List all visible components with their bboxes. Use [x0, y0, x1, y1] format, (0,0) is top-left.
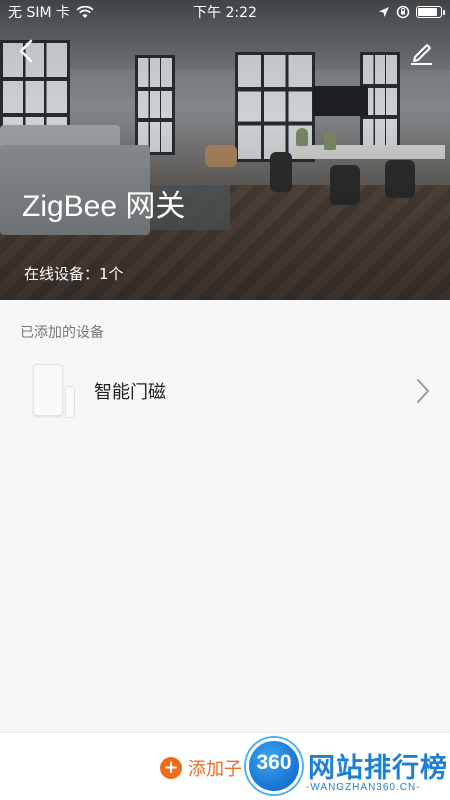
- back-icon[interactable]: [14, 38, 40, 64]
- add-subdevice-button[interactable]: + 添加子: [160, 755, 242, 781]
- plus-icon: +: [160, 757, 182, 779]
- device-name: 智能门磁: [94, 382, 166, 403]
- edit-icon[interactable]: [406, 38, 436, 66]
- door-sensor-image: [30, 364, 78, 418]
- clock: 下午 2:22: [193, 5, 257, 21]
- watermark-number: 360: [256, 751, 292, 774]
- overlay: [0, 0, 450, 300]
- page-title: ZigBee 网关: [22, 190, 186, 223]
- chevron-right-icon: [417, 379, 429, 403]
- watermark-url: -WANGZHAN360.CN-: [306, 782, 421, 793]
- header-image: [0, 0, 450, 300]
- list-item[interactable]: 智能门磁: [0, 356, 450, 426]
- watermark-logo: 360 网站排行榜 -WANGZHAN360.CN-: [240, 736, 450, 800]
- section-label: 已添加的设备: [20, 325, 104, 341]
- battery-icon: [416, 6, 445, 18]
- online-device-count: 在线设备：1个: [24, 265, 124, 283]
- status-bar: 无 SIM 卡 下午 2:22: [0, 0, 450, 24]
- add-subdevice-label: 添加子: [188, 759, 242, 780]
- watermark-text: 网站排行榜: [308, 753, 448, 784]
